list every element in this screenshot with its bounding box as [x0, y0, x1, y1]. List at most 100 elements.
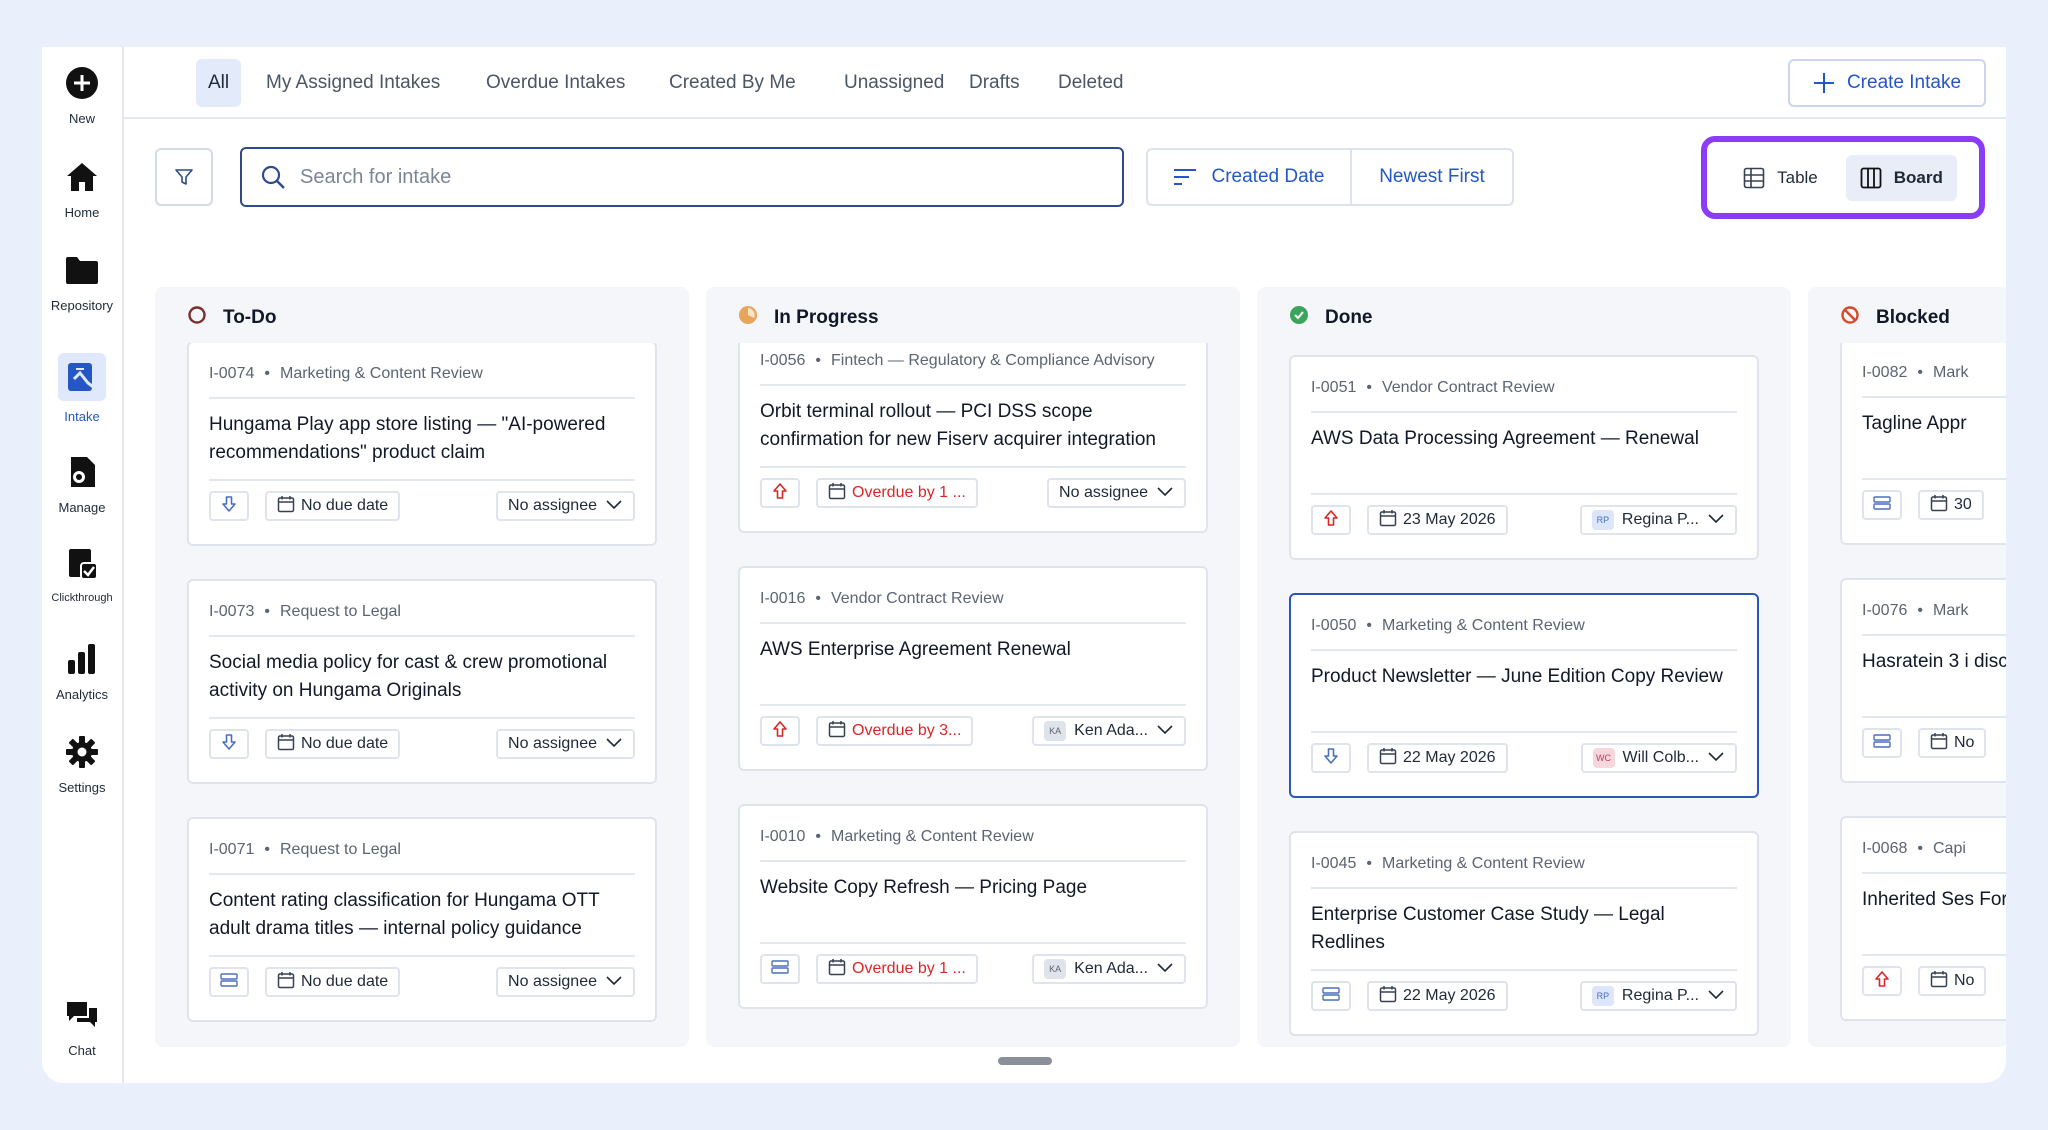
due-date[interactable]: Overdue by 1 ... [816, 478, 978, 508]
intake-card[interactable]: I-0050 • Marketing & Content Review Product… [1289, 593, 1759, 798]
tab-deleted[interactable]: Deleted [1046, 59, 1136, 107]
priority-badge[interactable] [209, 491, 249, 521]
separator-dot: • [815, 828, 821, 845]
intake-card[interactable]: I-0071 • Request to Legal Content rating cl… [187, 817, 657, 1022]
calendar-icon [828, 720, 846, 743]
divider [1862, 954, 2006, 956]
calendar-icon [1930, 732, 1948, 755]
board-view-button[interactable]: Board [1845, 154, 1957, 201]
intake-card[interactable]: I-0056 • Fintech — Regulatory & Compliance… [738, 343, 1208, 533]
sidebar-item-clickthrough[interactable]: Clickthrough [42, 544, 122, 604]
intake-title: Social media policy for cast & crew prom… [209, 652, 608, 701]
due-date[interactable]: 30 [1918, 490, 1984, 520]
assignee-dropdown[interactable]: No assignee [496, 967, 635, 997]
intake-id: I-0071 [209, 841, 255, 858]
intake-id: I-0045 [1311, 855, 1357, 872]
create-intake-button[interactable]: Create Intake [1788, 59, 1986, 107]
due-date[interactable]: Overdue by 3... [816, 716, 974, 746]
due-date[interactable]: 23 May 2026 [1367, 505, 1508, 535]
horizontal-scroll-handle[interactable] [998, 1057, 1052, 1065]
assignee-dropdown[interactable]: WC Will Colb... [1580, 743, 1737, 773]
due-date[interactable]: No due date [265, 729, 401, 759]
sidebar-item-settings[interactable]: Settings [42, 732, 122, 795]
tab-drafts[interactable]: Drafts [957, 59, 1032, 107]
sidebar-item-repository[interactable]: Repository [42, 250, 122, 313]
sidebar-item-intake[interactable]: Intake [42, 353, 122, 424]
priority-badge[interactable] [1311, 981, 1351, 1011]
due-date[interactable]: No [1918, 966, 1987, 996]
priority-badge[interactable] [1862, 728, 1902, 758]
priority-badge[interactable] [209, 967, 249, 997]
due-date[interactable]: No [1918, 728, 1987, 758]
sort-order-label: Newest First [1379, 166, 1485, 187]
intake-card[interactable]: I-0076 • Mark Hasratein 3 i disclosure & No [1840, 578, 2006, 783]
intake-title: Website Copy Refresh — Pricing Page [760, 877, 1088, 898]
assignee-dropdown[interactable]: KA Ken Ada... [1032, 716, 1186, 746]
priority-medium-icon [219, 972, 239, 993]
assignee-dropdown[interactable]: KA Ken Ada... [1032, 954, 1186, 984]
chevron-down-icon [605, 497, 623, 515]
separator-dot: • [1366, 617, 1372, 634]
column-title: To-Do [223, 307, 277, 328]
priority-low-icon [220, 733, 238, 756]
intake-card[interactable]: I-0045 • Marketing & Content Review Enterpr… [1289, 831, 1759, 1036]
tab-all[interactable]: All [196, 59, 242, 107]
sidebar-item-home[interactable]: Home [42, 157, 122, 220]
intake-title: Content rating classification for Hungam… [209, 890, 600, 939]
card-meta: I-0050 • Marketing & Content Review [1311, 617, 1737, 635]
priority-badge[interactable] [760, 716, 800, 746]
priority-badge[interactable] [1311, 505, 1351, 535]
sidebar-item-manage[interactable]: Manage [42, 452, 122, 515]
priority-badge[interactable] [760, 954, 800, 984]
card-footer: No due date No assignee [209, 729, 635, 761]
due-date[interactable]: 22 May 2026 [1367, 743, 1508, 773]
assignee-dropdown[interactable]: No assignee [496, 729, 635, 759]
assignee-name: No assignee [508, 497, 597, 514]
search-input[interactable] [300, 165, 1060, 189]
intake-card[interactable]: I-0073 • Request to Legal Social media poli… [187, 579, 657, 784]
due-date[interactable]: 22 May 2026 [1367, 981, 1508, 1011]
intake-card[interactable]: I-0068 • Capi Inherited Ses Fortune 500 No [1840, 816, 2006, 1021]
priority-badge[interactable] [1862, 490, 1902, 520]
sidebar-item-new[interactable]: New [42, 63, 122, 126]
divider [760, 384, 1186, 386]
intake-card[interactable]: I-0074 • Marketing & Content Review Hungama… [187, 343, 657, 546]
priority-low-icon [220, 495, 238, 518]
assignee-dropdown[interactable]: No assignee [496, 491, 635, 521]
separator-dot: • [1917, 602, 1923, 619]
intake-title: Orbit terminal rollout — PCI DSS scope c… [760, 401, 1157, 450]
sidebar-item-label: Analytics [55, 687, 109, 702]
divider [1862, 872, 2006, 874]
intake-card[interactable]: I-0051 • Vendor Contract Review AWS Data Pr… [1289, 355, 1759, 560]
intake-card[interactable]: I-0016 • Vendor Contract Review AWS Enterpr… [738, 566, 1208, 771]
intake-card[interactable]: I-0082 • Mark Tagline Appr 30 [1840, 343, 2006, 545]
tab-my-assigned-intakes[interactable]: My Assigned Intakes [254, 59, 452, 107]
tab-unassigned[interactable]: Unassigned [832, 59, 956, 107]
priority-badge[interactable] [209, 729, 249, 759]
sort-order-button[interactable]: Newest First [1352, 150, 1512, 204]
search-box [240, 147, 1124, 207]
plus-icon [1813, 73, 1834, 93]
priority-badge[interactable] [1311, 743, 1351, 773]
priority-high-icon [1322, 509, 1340, 532]
assignee-dropdown[interactable]: RP Regina P... [1579, 505, 1737, 535]
priority-low-icon [1322, 747, 1340, 770]
filter-button[interactable] [155, 148, 213, 206]
due-date[interactable]: Overdue by 1 ... [816, 954, 978, 984]
sidebar-item-chat[interactable]: Chat [42, 995, 122, 1058]
sort-field-button[interactable]: Created Date [1148, 150, 1352, 204]
due-date[interactable]: No due date [265, 967, 401, 997]
priority-badge[interactable] [760, 478, 800, 508]
table-view-button[interactable]: Table [1729, 155, 1832, 201]
card-meta: I-0073 • Request to Legal [209, 603, 635, 621]
priority-badge[interactable] [1862, 966, 1902, 996]
board-icon [1860, 167, 1882, 188]
tab-overdue-intakes[interactable]: Overdue Intakes [474, 59, 637, 107]
assignee-dropdown[interactable]: RP Regina P... [1579, 981, 1737, 1011]
intake-card[interactable]: I-0010 • Marketing & Content Review Website… [738, 804, 1208, 1009]
sidebar-item-analytics[interactable]: Analytics [42, 639, 122, 702]
assignee-name: Regina P... [1621, 511, 1699, 528]
tab-created-by-me[interactable]: Created By Me [657, 59, 808, 107]
assignee-dropdown[interactable]: No assignee [1047, 478, 1186, 508]
due-date[interactable]: No due date [265, 491, 401, 521]
